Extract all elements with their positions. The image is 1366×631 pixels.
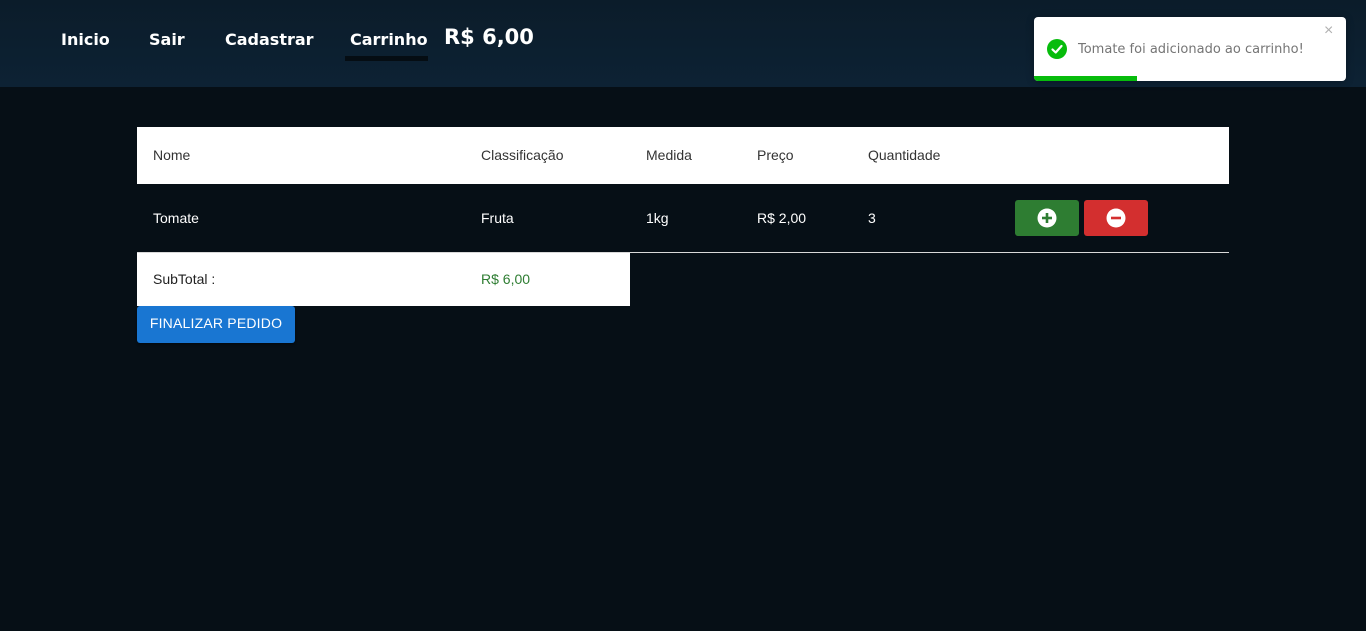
subtotal-row: SubTotal : R$ 6,00 bbox=[137, 253, 630, 306]
nav-link-sair[interactable]: Sair bbox=[149, 30, 185, 49]
check-circle-icon bbox=[1047, 39, 1067, 59]
header-nome: Nome bbox=[153, 147, 191, 163]
plus-circle-icon bbox=[1037, 208, 1057, 228]
table-header: Nome Classificação Medida Preço Quantida… bbox=[137, 127, 1229, 184]
cell-quantidade: 3 bbox=[868, 210, 876, 226]
header-medida: Medida bbox=[646, 147, 692, 163]
nav-link-cadastrar[interactable]: Cadastrar bbox=[225, 30, 314, 49]
cell-nome: Tomate bbox=[153, 210, 199, 226]
minus-circle-icon bbox=[1106, 208, 1126, 228]
close-icon[interactable]: × bbox=[1324, 23, 1333, 39]
nav-link-carrinho[interactable]: Carrinho bbox=[350, 30, 428, 49]
toast-progress-bar bbox=[1034, 76, 1137, 81]
finalizar-pedido-button[interactable]: FINALIZAR PEDIDO bbox=[137, 306, 295, 343]
header-preco: Preço bbox=[757, 147, 794, 163]
toast-message: Tomate foi adicionado ao carrinho! bbox=[1078, 42, 1304, 57]
header-quantidade: Quantidade bbox=[868, 147, 941, 163]
header-classificacao: Classificação bbox=[481, 147, 564, 163]
subtotal-label: SubTotal : bbox=[153, 271, 216, 287]
toast-notification[interactable]: Tomate foi adicionado ao carrinho! × bbox=[1034, 17, 1346, 81]
add-quantity-button[interactable] bbox=[1015, 200, 1079, 236]
cell-classificacao: Fruta bbox=[481, 210, 514, 226]
table-row: Tomate Fruta 1kg R$ 2,00 3 bbox=[137, 184, 1229, 253]
cell-medida: 1kg bbox=[646, 210, 669, 226]
subtotal-value: R$ 6,00 bbox=[481, 271, 531, 287]
nav-link-inicio[interactable]: Inicio bbox=[61, 30, 110, 49]
active-tab-indicator bbox=[345, 56, 428, 61]
cell-preco: R$ 2,00 bbox=[757, 210, 807, 226]
remove-quantity-button[interactable] bbox=[1084, 200, 1148, 236]
cart-total: R$ 6,00 bbox=[444, 25, 534, 49]
